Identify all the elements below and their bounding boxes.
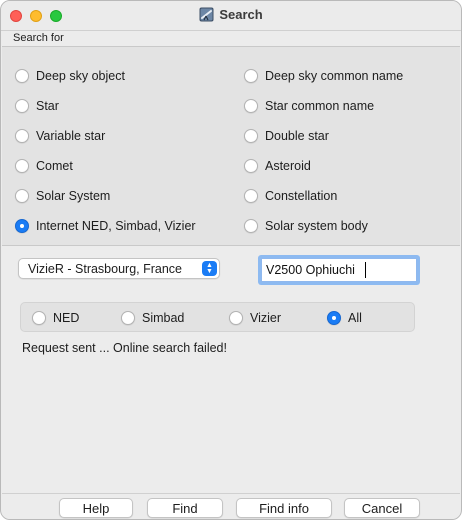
option-star[interactable]: Star (15, 99, 59, 113)
catalog-label: Simbad (142, 311, 185, 325)
option-deep-sky-object[interactable]: Deep sky object (15, 69, 125, 83)
option-solar-system[interactable]: Solar System (15, 189, 110, 203)
server-select[interactable]: VizieR - Strasbourg, France ▲ ▼ (18, 258, 220, 279)
title-group: Search (1, 7, 461, 22)
radio-button[interactable] (15, 129, 29, 143)
option-label: Constellation (265, 189, 338, 203)
option-label: Deep sky object (36, 69, 125, 83)
option-label: Solar System (36, 189, 111, 203)
catalog-ned[interactable]: NED (32, 311, 79, 325)
catalog-label: Vizier (250, 311, 282, 325)
option-constellation[interactable]: Constellation (244, 189, 337, 203)
catalog-label: NED (53, 311, 80, 325)
option-label: Star (36, 99, 59, 113)
search-for-label: Search for (13, 32, 64, 44)
cancel-button[interactable]: Cancel (344, 498, 420, 518)
object-name-input[interactable] (261, 258, 417, 282)
search-window: Search Search for Deep sky object Star V… (0, 0, 462, 520)
option-label: Asteroid (265, 159, 311, 173)
catalog-label: All (348, 311, 362, 325)
radio-button[interactable] (244, 159, 258, 173)
server-select-value: VizieR - Strasbourg, France (28, 261, 182, 276)
search-type-panel: Deep sky object Star Variable star Comet… (2, 46, 460, 246)
catalog-all[interactable]: All (327, 311, 362, 325)
status-message: Request sent ... Online search failed! (22, 341, 227, 355)
find-button[interactable]: Find (147, 498, 223, 518)
radio-button[interactable] (244, 129, 258, 143)
text-cursor (365, 262, 366, 278)
option-label: Star common name (265, 99, 375, 113)
option-label: Double star (265, 129, 329, 143)
catalog-radio-group: NED Simbad Vizier All (20, 302, 415, 332)
option-asteroid[interactable]: Asteroid (244, 159, 311, 173)
telescope-icon (199, 7, 214, 22)
radio-button[interactable] (32, 311, 46, 325)
internet-search-panel (2, 247, 460, 492)
option-solar-system-body[interactable]: Solar system body (244, 219, 368, 233)
option-deep-sky-common-name[interactable]: Deep sky common name (244, 69, 403, 83)
radio-button[interactable] (229, 311, 243, 325)
radio-button[interactable] (244, 69, 258, 83)
catalog-simbad[interactable]: Simbad (121, 311, 184, 325)
catalog-vizier[interactable]: Vizier (229, 311, 281, 325)
option-label: Comet (36, 159, 73, 173)
radio-button[interactable] (15, 69, 29, 83)
option-label: Solar system body (265, 219, 368, 233)
option-double-star[interactable]: Double star (244, 129, 329, 143)
radio-button[interactable] (15, 189, 29, 203)
option-label: Variable star (36, 129, 106, 143)
find-info-button[interactable]: Find info (236, 498, 332, 518)
option-comet[interactable]: Comet (15, 159, 73, 173)
radio-button[interactable] (244, 189, 258, 203)
option-label: Deep sky common name (265, 69, 404, 83)
option-label: Internet NED, Simbad, Vizier (36, 219, 196, 233)
radio-button-selected[interactable] (327, 311, 341, 325)
option-variable-star[interactable]: Variable star (15, 129, 105, 143)
radio-button-selected[interactable] (15, 219, 29, 233)
radio-button[interactable] (15, 99, 29, 113)
radio-button[interactable] (121, 311, 135, 325)
option-star-common-name[interactable]: Star common name (244, 99, 374, 113)
radio-button[interactable] (15, 159, 29, 173)
chevron-up-down-icon[interactable]: ▲ ▼ (202, 261, 217, 276)
title-bar[interactable]: Search (1, 1, 461, 31)
radio-button[interactable] (244, 219, 258, 233)
help-button[interactable]: Help (59, 498, 133, 518)
option-internet-search[interactable]: Internet NED, Simbad, Vizier (15, 219, 196, 233)
radio-button[interactable] (244, 99, 258, 113)
window-title: Search (219, 7, 263, 22)
